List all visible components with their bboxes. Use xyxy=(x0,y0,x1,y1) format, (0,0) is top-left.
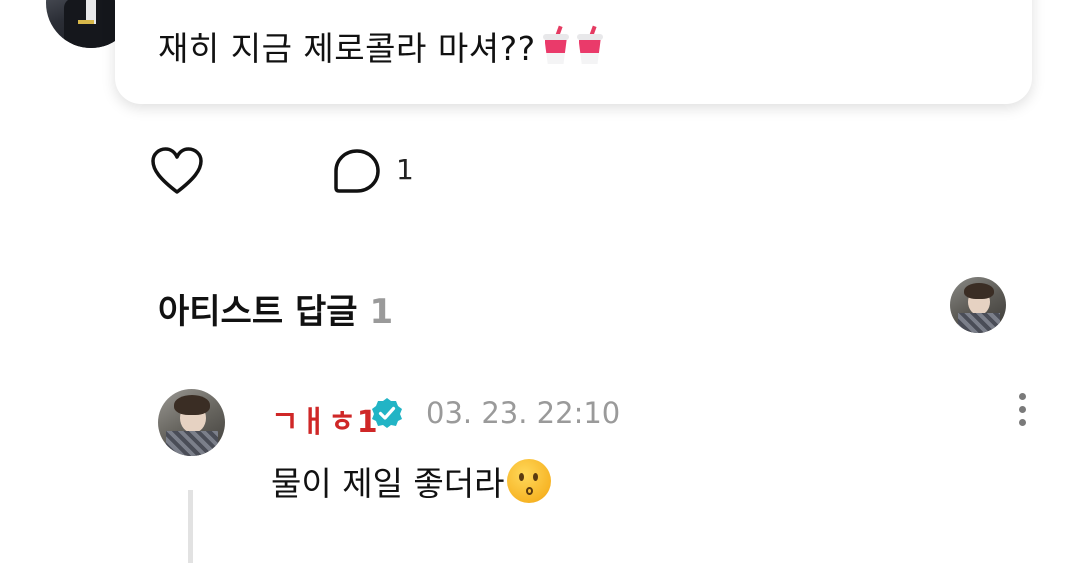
more-options-icon[interactable] xyxy=(1013,393,1031,433)
verified-badge-icon xyxy=(372,398,402,428)
avatar-hair xyxy=(174,395,210,415)
avatar-scarf xyxy=(958,313,1000,333)
avatar-hair xyxy=(964,283,994,299)
cup-with-straw-icon xyxy=(542,25,570,66)
post-bubble: 재히 지금 제로콜라 마셔?? xyxy=(115,0,1032,104)
artist-replies-label: 아티스트 답글 xyxy=(158,292,358,332)
kissing-face-icon xyxy=(506,459,551,503)
reply-timestamp: 03. 23. 22:10 xyxy=(426,396,621,430)
avatar-badge xyxy=(78,20,94,24)
reply-text-content: 물이 제일 좋더라 xyxy=(271,464,505,503)
artist-avatar-small[interactable] xyxy=(950,277,1006,333)
post-text: 재히 지금 제로콜라 마셔?? xyxy=(158,22,604,70)
cup-with-straw-icon xyxy=(576,25,604,66)
thread-line xyxy=(188,490,193,563)
avatar-scarf xyxy=(166,431,218,456)
comment-count: 1 xyxy=(396,153,414,186)
heart-icon[interactable] xyxy=(150,146,204,196)
reply-author-name[interactable]: ㄱㅐㅎ1 xyxy=(271,397,379,441)
comment-icon[interactable] xyxy=(333,148,381,194)
reply-text: 물이 제일 좋더라 xyxy=(271,457,551,505)
artist-replies-title: 아티스트 답글 1 xyxy=(158,284,393,333)
post-text-content: 재히 지금 제로콜라 마셔?? xyxy=(158,29,536,68)
artist-replies-count: 1 xyxy=(369,292,394,332)
reply-author-avatar[interactable] xyxy=(158,389,225,456)
